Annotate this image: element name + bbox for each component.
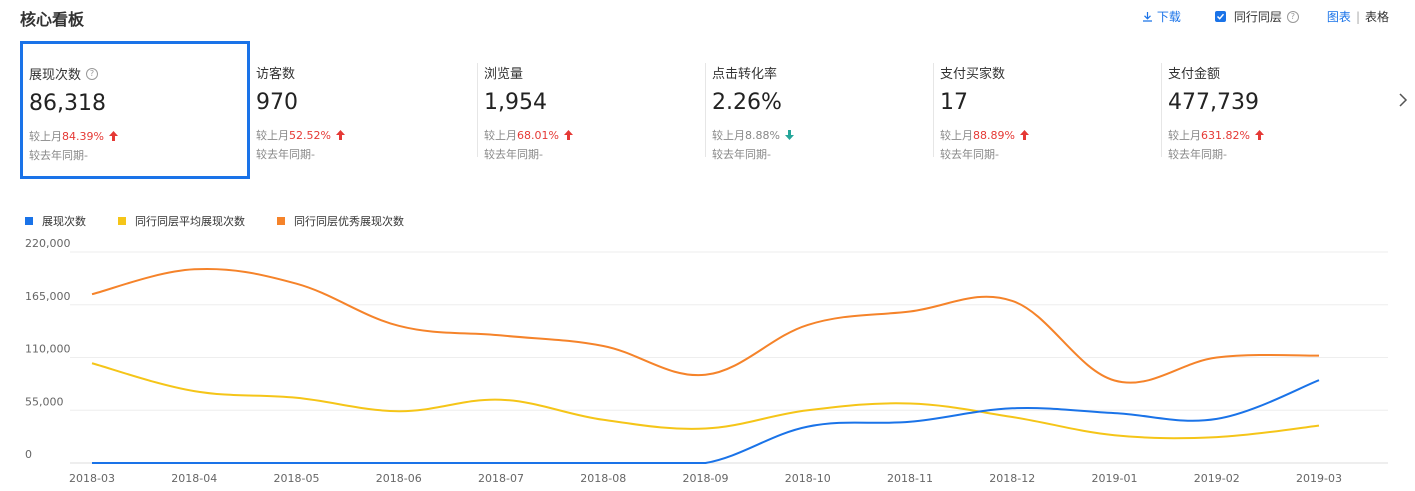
arrow-up-icon bbox=[1019, 130, 1029, 140]
download-label: 下载 bbox=[1156, 10, 1181, 24]
x-tick-label: 2018-07 bbox=[478, 472, 524, 485]
view-table-tab[interactable]: 表格 bbox=[1365, 8, 1389, 25]
metric-value: 17 bbox=[940, 90, 968, 115]
legend-swatch bbox=[277, 217, 285, 225]
view-chart-tab[interactable]: 图表 bbox=[1327, 8, 1351, 25]
metric-label: 访客数 bbox=[256, 67, 296, 82]
x-tick-label: 2019-02 bbox=[1194, 472, 1240, 485]
legend-item[interactable]: 展现次数 bbox=[25, 213, 86, 229]
legend-swatch bbox=[25, 217, 33, 225]
arrow-up-icon bbox=[108, 131, 118, 141]
x-tick-label: 2018-08 bbox=[580, 472, 626, 485]
metric-value: 477,739 bbox=[1168, 90, 1259, 115]
metric-mom: 较上月 84.39% bbox=[29, 128, 118, 144]
y-tick-label: 55,000 bbox=[25, 395, 64, 408]
series-line bbox=[92, 379, 1320, 464]
metric-value: 1,954 bbox=[484, 90, 547, 115]
legend-label: 同行同层优秀展现次数 bbox=[294, 215, 404, 228]
help-icon[interactable]: ? bbox=[86, 67, 99, 80]
metric-yoy: 较去年同期- bbox=[484, 148, 543, 161]
metric-label: 点击转化率 bbox=[712, 67, 778, 82]
metric-label: 浏览量 bbox=[484, 67, 524, 82]
legend-label: 同行同层平均展现次数 bbox=[135, 215, 245, 228]
x-tick-label: 2018-11 bbox=[887, 472, 933, 485]
download-icon bbox=[1142, 12, 1152, 22]
series-line bbox=[91, 267, 1320, 384]
arrow-up-icon bbox=[1254, 130, 1264, 140]
metric-label: 支付金额 bbox=[1168, 67, 1221, 82]
peer-checkbox-group[interactable]: 同行同层 ? bbox=[1214, 8, 1299, 25]
help-icon[interactable]: ? bbox=[1286, 10, 1299, 23]
card-divider bbox=[477, 63, 478, 157]
y-tick-label: 0 bbox=[25, 448, 32, 461]
x-tick-label: 2018-03 bbox=[69, 472, 115, 485]
metric-label: 支付买家数 bbox=[940, 67, 1006, 82]
y-tick-label: 165,000 bbox=[25, 290, 71, 303]
metric-card-conversion[interactable]: 点击转化率 2.26% 较上月 8.88% 较去年同期- bbox=[705, 41, 934, 179]
x-tick-label: 2019-03 bbox=[1296, 472, 1342, 485]
peer-checkbox[interactable] bbox=[1214, 11, 1226, 22]
line-chart: 0 55,000 110,000 165,000 220,000 2018-03 2018-… bbox=[25, 237, 1388, 485]
y-tick-label: 220,000 bbox=[25, 237, 71, 250]
chevron-right-icon[interactable] bbox=[1398, 92, 1408, 108]
arrow-up-icon bbox=[563, 130, 573, 140]
legend-item[interactable]: 同行同层平均展现次数 bbox=[118, 213, 245, 229]
view-separator: | bbox=[1355, 9, 1360, 24]
legend-item[interactable]: 同行同层优秀展现次数 bbox=[277, 213, 404, 229]
card-divider bbox=[933, 63, 934, 157]
chart-legend: 展现次数 同行同层平均展现次数 同行同层优秀展现次数 bbox=[25, 213, 436, 229]
metric-card-visitors[interactable]: 访客数 970 较上月 52.52% 较去年同期- bbox=[249, 41, 478, 179]
x-tick-label: 2018-06 bbox=[376, 472, 422, 485]
page-title: 核心看板 bbox=[20, 10, 85, 29]
metric-value: 86,318 bbox=[29, 91, 106, 116]
x-tick-label: 2018-10 bbox=[785, 472, 831, 485]
metric-yoy: 较去年同期- bbox=[29, 149, 88, 162]
x-tick-label: 2018-05 bbox=[274, 472, 320, 485]
arrow-up-icon bbox=[335, 130, 345, 140]
legend-label: 展现次数 bbox=[42, 215, 86, 228]
metric-mom: 较上月 631.82% bbox=[1168, 127, 1264, 143]
metric-value: 970 bbox=[256, 90, 298, 115]
metric-yoy: 较去年同期- bbox=[1168, 148, 1227, 161]
metric-mom: 较上月 52.52% bbox=[256, 127, 345, 143]
metric-yoy: 较去年同期- bbox=[256, 148, 315, 161]
metric-mom: 较上月 88.89% bbox=[940, 127, 1029, 143]
download-button[interactable]: 下载 bbox=[1142, 8, 1181, 25]
metric-value: 2.26% bbox=[712, 90, 782, 115]
metric-yoy: 较去年同期- bbox=[940, 148, 999, 161]
x-tick-label: 2018-12 bbox=[989, 472, 1035, 485]
x-tick-label: 2019-01 bbox=[1092, 472, 1138, 485]
metric-card-buyers[interactable]: 支付买家数 17 较上月 88.89% 较去年同期- bbox=[933, 41, 1162, 179]
metric-mom: 较上月 68.01% bbox=[484, 127, 573, 143]
x-tick-label: 2018-04 bbox=[171, 472, 217, 485]
toolbar: 下载 同行同层 ? 图表 | 表格 bbox=[1142, 8, 1389, 25]
metric-mom: 较上月 8.88% bbox=[712, 127, 794, 143]
metric-card-pageviews[interactable]: 浏览量 1,954 较上月 68.01% 较去年同期- bbox=[477, 41, 706, 179]
metric-cards: 展现次数 ? 86,318 较上月 84.39% 较去年同期- 访客数 970 较… bbox=[20, 41, 1390, 179]
arrow-down-icon bbox=[784, 130, 794, 140]
legend-swatch bbox=[118, 217, 126, 225]
y-tick-label: 110,000 bbox=[25, 343, 71, 356]
card-divider bbox=[1161, 63, 1162, 157]
metric-yoy: 较去年同期- bbox=[712, 148, 771, 161]
metric-card-payment[interactable]: 支付金额 477,739 较上月 631.82% 较去年同期- bbox=[1161, 41, 1390, 179]
metric-card-impressions[interactable]: 展现次数 ? 86,318 较上月 84.39% 较去年同期- bbox=[20, 41, 250, 179]
check-icon bbox=[1216, 13, 1224, 20]
metric-label: 展现次数 ? bbox=[29, 64, 118, 83]
x-tick-label: 2018-09 bbox=[683, 472, 729, 485]
card-divider bbox=[705, 63, 706, 157]
peer-checkbox-label: 同行同层 bbox=[1233, 10, 1282, 24]
